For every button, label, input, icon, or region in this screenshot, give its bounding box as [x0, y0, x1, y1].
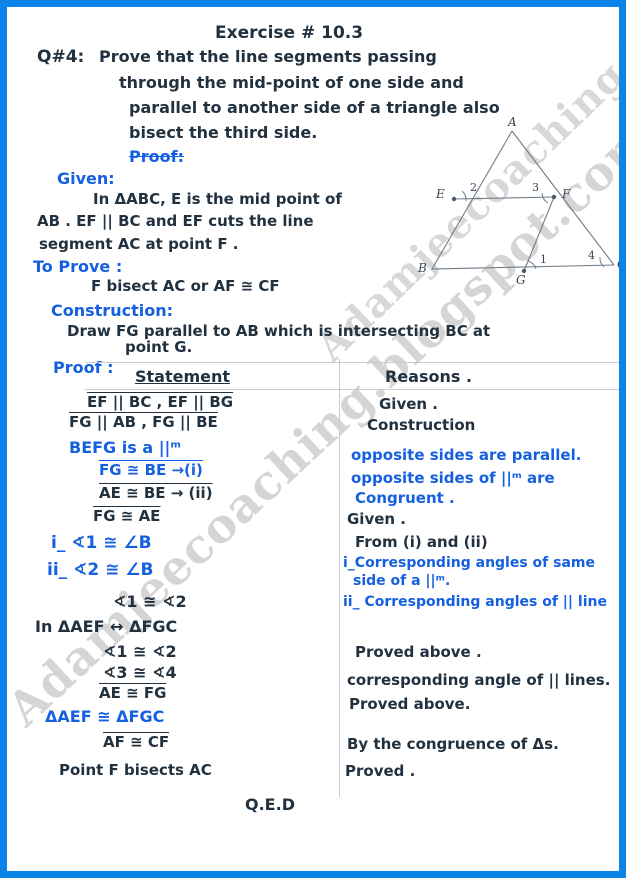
statement-row-4: FG ≅ BE →(i) [99, 461, 203, 479]
question-number: Q#4: [37, 47, 85, 67]
statement-row-11: ∢1 ≅ ∢2 [103, 642, 177, 661]
reason-row-7: From (i) and (ii) [355, 533, 488, 551]
reason-row-2: Construction [367, 416, 476, 434]
reason-row-3: opposite sides are parallel. [351, 446, 582, 464]
triangle-diagram: A B C E F G 2 3 1 4 [402, 115, 626, 291]
angle-label-4: 4 [588, 249, 595, 262]
reason-row-5: Congruent . [355, 489, 455, 507]
given-line-2: AB . EF || BC and EF cuts the line [37, 212, 314, 230]
statement-row-13: AE ≅ FG [99, 684, 167, 702]
question-line-1: Prove that the line segments passing [99, 47, 437, 66]
reason-row-14: By the congruence of Δs. [347, 735, 559, 753]
reason-row-6: Given . [347, 510, 407, 528]
given-heading: Given: [57, 169, 115, 188]
construction-line-1: Draw FG parallel to AB which is intersec… [67, 322, 491, 340]
reason-row-10: ii_ Corresponding angles of || line [343, 594, 607, 610]
to-prove-heading: To Prove : [33, 257, 123, 276]
table-column-divider [339, 359, 340, 797]
reason-row-8: i_Corresponding angles of same [343, 555, 595, 571]
statement-row-15: AF ≅ CF [103, 733, 170, 751]
question-line-3: parallel to another side of a triangle a… [129, 98, 500, 117]
reason-row-13: Proved above. [349, 695, 471, 713]
question-line-2: through the mid-point of one side and [119, 73, 464, 92]
triangle-svg [431, 130, 615, 274]
worksheet-page: Adamjeecoaching.blogspot.com Adamjeecoac… [0, 0, 626, 878]
qed-label: Q.E.D [245, 795, 295, 814]
given-line-3: segment AC at point F . [39, 235, 239, 253]
question-line-4: bisect the third side. [129, 123, 318, 142]
vertex-label-F: F [562, 187, 571, 201]
reason-row-4: opposite sides of ||ᵐ are [351, 469, 555, 487]
reason-row-15: Proved . [345, 762, 416, 780]
statement-row-6: FG ≅ AE [93, 507, 161, 525]
column-header-reasons: Reasons . [385, 367, 473, 386]
statement-row-10: In ΔAEF ↔ ΔFGC [35, 617, 178, 636]
proof-heading-struck: Proof: [129, 147, 184, 166]
statement-row-12: ∢3 ≅ ∢4 [103, 663, 177, 682]
column-header-statement: Statement [135, 367, 231, 386]
statement-row-14: ΔAEF ≅ ΔFGC [45, 707, 165, 726]
reason-row-9: side of a ||ᵐ. [353, 573, 451, 589]
reason-row-11: Proved above . [355, 643, 482, 661]
construction-heading: Construction: [51, 301, 173, 320]
vertex-label-A: A [508, 115, 517, 129]
statement-row-7: i_ ∢1 ≅ ∠B [51, 533, 152, 553]
statement-row-9: ∢1 ≅ ∢2 [113, 592, 187, 611]
vertex-label-G: G [516, 273, 526, 287]
angle-label-2: 2 [470, 181, 477, 194]
table-top-rule [85, 362, 619, 363]
construction-line-2: point G. [125, 338, 193, 356]
vertex-label-E: E [436, 187, 445, 201]
to-prove-line: F bisect AC or AF ≅ CF [91, 277, 280, 295]
statement-row-5: AE ≅ BE → (ii) [99, 484, 213, 502]
given-line-1: In ΔABC, E is the mid point of [93, 190, 342, 208]
vertex-label-B: B [418, 261, 427, 275]
statement-row-16: Point F bisects AC [59, 761, 212, 779]
reason-row-1: Given . [379, 395, 439, 413]
table-header-rule [85, 389, 619, 390]
reason-row-12: corresponding angle of || lines. [347, 671, 611, 689]
statement-row-8: ii_ ∢2 ≅ ∠B [47, 560, 154, 580]
statement-row-3: BEFG is a ||ᵐ [69, 438, 182, 457]
statement-row-2: FG || AB , FG || BE [69, 413, 218, 431]
vertex-label-C: C [617, 257, 626, 271]
angle-label-3: 3 [532, 181, 539, 194]
exercise-title: Exercise # 10.3 [215, 23, 364, 43]
angle-label-1: 1 [540, 253, 547, 266]
statement-row-1: EF || BC , EF || BG [87, 393, 234, 411]
